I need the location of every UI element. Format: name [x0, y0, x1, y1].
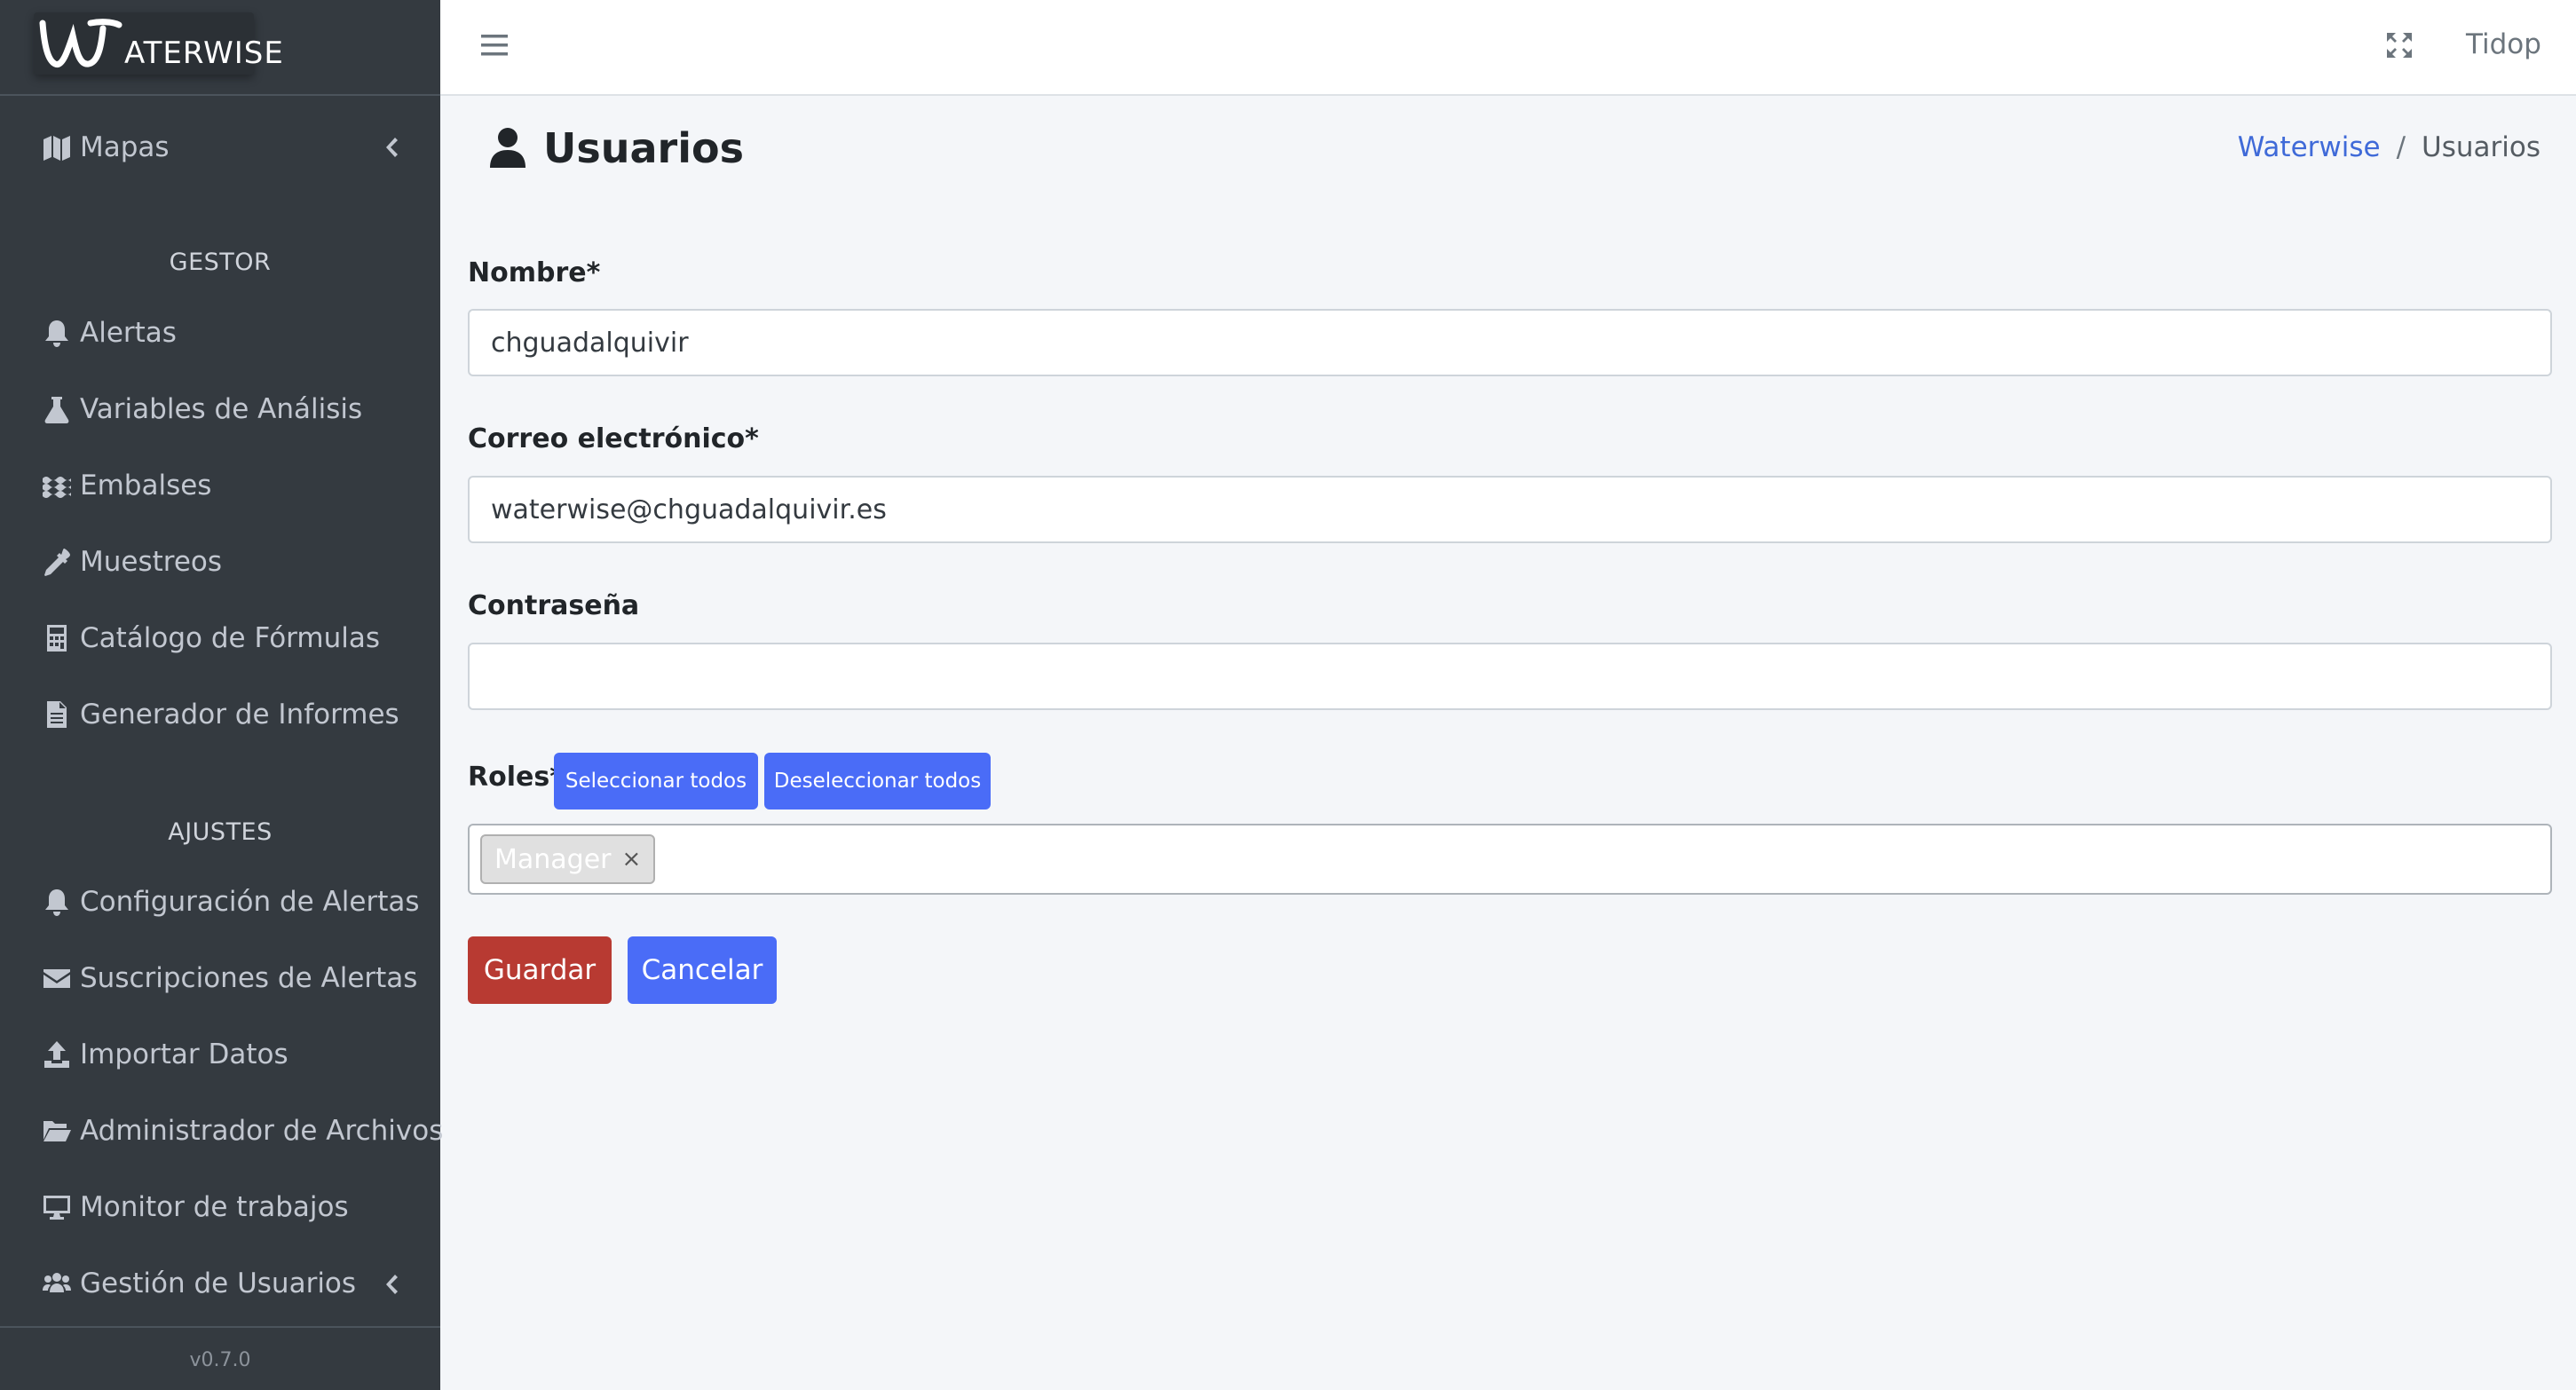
email-input[interactable]: [468, 476, 2552, 543]
sidebar-item-label: Catálogo de Fórmulas: [80, 622, 380, 654]
sidebar-item-muestreos[interactable]: Muestreos: [39, 535, 222, 588]
desktop-icon: [39, 1189, 75, 1225]
sidebar-item-label: Administrador de Archivos: [80, 1115, 444, 1147]
sidebar-section-ajustes: AJUSTES: [168, 818, 273, 846]
sidebar-item-label: Variables de Análisis: [80, 393, 363, 425]
app-version: v0.7.0: [0, 1326, 440, 1390]
role-chip: Manager ×: [480, 834, 656, 884]
brand-logo[interactable]: ATERWISE: [34, 12, 283, 75]
sidebar-item-catalogo[interactable]: Catálogo de Fórmulas: [39, 612, 380, 665]
fullscreen-icon[interactable]: [2384, 30, 2414, 60]
sidebar-item-informes[interactable]: Generador de Informes: [39, 688, 399, 741]
select-all-button[interactable]: Seleccionar todos: [554, 753, 758, 810]
map-icon: [39, 130, 75, 165]
top-navbar: Tidop: [440, 0, 2576, 96]
flask-icon: [39, 391, 75, 427]
roles-select[interactable]: Manager ×: [468, 824, 2552, 895]
sidebar-item-mapas[interactable]: Mapas: [39, 121, 170, 174]
password-label: Contraseña: [468, 590, 640, 621]
brand-name: ATERWISE: [124, 36, 284, 71]
sidebar-item-label: Embalses: [80, 470, 212, 502]
water-icon: [39, 468, 75, 503]
eyedropper-icon: [39, 544, 75, 580]
sidebar-item-label: Suscripciones de Alertas: [80, 962, 418, 994]
sidebar-item-label: Generador de Informes: [80, 699, 399, 731]
sidebar-item-importar[interactable]: Importar Datos: [39, 1028, 288, 1081]
sidebar-item-label: Muestreos: [80, 546, 223, 578]
sidebar-item-label: Importar Datos: [80, 1039, 288, 1070]
chevron-left-icon[interactable]: [380, 134, 401, 161]
sidebar-item-gestion-usuarios[interactable]: Gestión de Usuarios: [39, 1257, 356, 1310]
breadcrumb-link-waterwise[interactable]: Waterwise: [2238, 131, 2381, 163]
breadcrumb-separator: /: [2396, 131, 2406, 163]
sidebar-item-label: Monitor de trabajos: [80, 1191, 349, 1223]
sidebar-item-label: Configuración de Alertas: [80, 886, 420, 918]
sidebar-item-label: Gestión de Usuarios: [80, 1268, 357, 1299]
sidebar-item-alertas[interactable]: Alertas: [39, 306, 177, 359]
breadcrumb: Waterwise / Usuarios: [2238, 131, 2540, 163]
sidebar-item-embalses[interactable]: Embalses: [39, 459, 211, 512]
sidebar-item-configuracion-alertas[interactable]: Configuración de Alertas: [39, 875, 420, 928]
sidebar-item-suscripciones[interactable]: Suscripciones de Alertas: [39, 952, 417, 1005]
sidebar-section-gestor: GESTOR: [169, 249, 272, 276]
users-icon: [39, 1266, 75, 1301]
waterwise-logo-icon: [39, 19, 122, 67]
save-button[interactable]: Guardar: [468, 936, 612, 1004]
sidebar-item-label: Alertas: [80, 317, 177, 349]
user-icon: [490, 128, 525, 168]
name-label: Nombre*: [468, 257, 601, 288]
remove-role-icon[interactable]: ×: [622, 846, 642, 873]
envelope-icon: [39, 960, 75, 996]
file-text-icon: [39, 697, 75, 732]
sidebar-item-archivos[interactable]: Administrador de Archivos: [39, 1104, 443, 1157]
page-title-text: Usuarios: [543, 124, 744, 172]
role-chip-label: Manager: [494, 843, 612, 875]
password-input[interactable]: [468, 643, 2552, 710]
menu-toggle-icon[interactable]: [479, 32, 510, 59]
breadcrumb-current: Usuarios: [2422, 131, 2540, 163]
upload-icon: [39, 1037, 75, 1072]
sidebar-item-label: Mapas: [80, 131, 170, 163]
email-label: Correo electrónico*: [468, 423, 759, 454]
cancel-button[interactable]: Cancelar: [628, 936, 777, 1004]
sidebar: ATERWISE Mapas GESTOR Alertas Variables …: [0, 0, 443, 1390]
deselect-all-button[interactable]: Deseleccionar todos: [764, 753, 991, 810]
page-title: Usuarios: [488, 124, 744, 172]
sidebar-item-variables[interactable]: Variables de Análisis: [39, 383, 362, 436]
sidebar-item-monitor[interactable]: Monitor de trabajos: [39, 1181, 349, 1234]
name-input[interactable]: [468, 309, 2552, 376]
brand: ATERWISE: [0, 0, 440, 96]
roles-label: Roles*: [468, 762, 564, 793]
folder-open-icon: [39, 1113, 75, 1149]
user-menu[interactable]: Tidop: [2466, 28, 2541, 60]
calculator-icon: [39, 620, 75, 656]
bell-icon: [39, 315, 75, 351]
bell-icon: [39, 884, 75, 920]
chevron-left-icon[interactable]: [380, 1271, 401, 1298]
